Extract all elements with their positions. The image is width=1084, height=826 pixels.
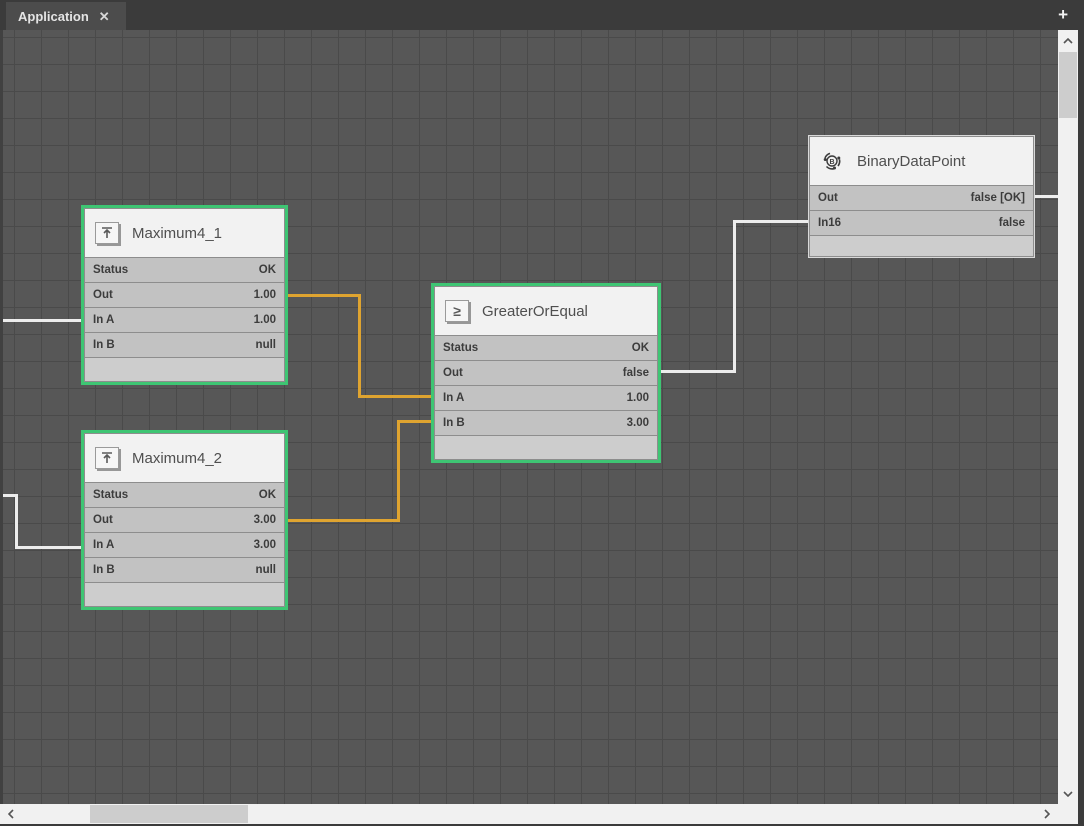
scrollbar-corner bbox=[1058, 804, 1078, 824]
row-value: OK bbox=[259, 264, 276, 276]
add-tab-icon[interactable]: + bbox=[1058, 4, 1068, 26]
row-label: Out bbox=[93, 289, 113, 301]
wire-sheet-canvas[interactable]: Maximum4_1 Status OK Out 1.00 In A 1.00 … bbox=[0, 30, 1058, 804]
row-value: null bbox=[256, 339, 276, 351]
node-row-in-b[interactable]: In B null bbox=[85, 557, 284, 582]
greater-or-equal-icon: ≥ bbox=[445, 300, 469, 322]
node-row-status[interactable]: Status OK bbox=[85, 257, 284, 282]
node-row-out[interactable]: Out 3.00 bbox=[85, 507, 284, 532]
node-row-in-a[interactable]: In A 3.00 bbox=[85, 532, 284, 557]
maximum-icon bbox=[95, 222, 119, 244]
node-header[interactable]: B BinaryDataPoint bbox=[810, 137, 1033, 185]
row-value: 1.00 bbox=[254, 314, 276, 326]
svg-text:B: B bbox=[829, 159, 834, 166]
row-label: In A bbox=[93, 314, 114, 326]
node-footer bbox=[85, 357, 284, 381]
node-row-in-a[interactable]: In A 1.00 bbox=[85, 307, 284, 332]
vertical-scrollbar-thumb[interactable] bbox=[1059, 52, 1077, 118]
node-row-status[interactable]: Status OK bbox=[85, 482, 284, 507]
row-label: Status bbox=[93, 489, 128, 501]
scroll-right-icon[interactable] bbox=[1036, 804, 1058, 824]
application-window: Application ✕ + bbox=[0, 0, 1084, 826]
scroll-up-icon[interactable] bbox=[1058, 30, 1078, 51]
node-footer bbox=[85, 582, 284, 606]
wire-segment[interactable] bbox=[358, 294, 361, 398]
wire-segment[interactable] bbox=[288, 519, 400, 522]
tab-application[interactable]: Application ✕ bbox=[6, 2, 126, 30]
row-value: 1.00 bbox=[627, 392, 649, 404]
tab-bar: Application ✕ + bbox=[0, 0, 1084, 30]
node-row-in-b[interactable]: In B 3.00 bbox=[435, 410, 657, 435]
node-row-in-a[interactable]: In A 1.00 bbox=[435, 385, 657, 410]
close-tab-icon[interactable]: ✕ bbox=[99, 10, 110, 23]
node-title: Maximum4_2 bbox=[132, 450, 222, 467]
node-maximum4-2[interactable]: Maximum4_2 Status OK Out 3.00 In A 3.00 … bbox=[81, 430, 288, 610]
row-value: false bbox=[623, 367, 649, 379]
node-greaterorequal[interactable]: ≥ GreaterOrEqual Status OK Out false In … bbox=[431, 283, 661, 463]
row-label: In B bbox=[93, 339, 115, 351]
node-footer bbox=[435, 435, 657, 459]
node-title: GreaterOrEqual bbox=[482, 303, 588, 320]
node-title: BinaryDataPoint bbox=[857, 153, 965, 170]
wire-segment[interactable] bbox=[397, 420, 431, 423]
horizontal-scrollbar-thumb[interactable] bbox=[90, 805, 248, 823]
node-row-in16[interactable]: In16 false bbox=[810, 210, 1033, 235]
node-row-status[interactable]: Status OK bbox=[435, 335, 657, 360]
row-value: 3.00 bbox=[254, 514, 276, 526]
maximum-icon bbox=[95, 447, 119, 469]
wire-segment[interactable] bbox=[397, 420, 400, 522]
wire-segment[interactable] bbox=[661, 370, 736, 373]
row-label: In A bbox=[443, 392, 464, 404]
row-value: false bbox=[999, 217, 1025, 229]
vertical-scrollbar[interactable] bbox=[1058, 30, 1078, 804]
row-value: 1.00 bbox=[254, 289, 276, 301]
wire-segment[interactable] bbox=[15, 546, 81, 549]
node-footer bbox=[810, 235, 1033, 256]
wire-segment[interactable] bbox=[288, 294, 361, 297]
horizontal-scrollbar[interactable] bbox=[0, 804, 1058, 824]
row-label: In B bbox=[443, 417, 465, 429]
node-title: Maximum4_1 bbox=[132, 225, 222, 242]
row-label: In16 bbox=[818, 217, 841, 229]
scroll-down-icon[interactable] bbox=[1058, 783, 1078, 804]
node-binarydatapoint[interactable]: B BinaryDataPoint Out false [OK] bbox=[808, 135, 1035, 258]
tab-label: Application bbox=[18, 9, 89, 24]
row-value: OK bbox=[632, 342, 649, 354]
node-header[interactable]: Maximum4_1 bbox=[85, 209, 284, 257]
node-maximum4-1[interactable]: Maximum4_1 Status OK Out 1.00 In A 1.00 … bbox=[81, 205, 288, 385]
row-value: null bbox=[256, 564, 276, 576]
row-label: Out bbox=[818, 192, 838, 204]
wire-segment[interactable] bbox=[1035, 195, 1058, 198]
row-label: In B bbox=[93, 564, 115, 576]
node-row-in-b[interactable]: In B null bbox=[85, 332, 284, 357]
wire-segment[interactable] bbox=[15, 494, 18, 549]
wire-segment[interactable] bbox=[3, 319, 81, 322]
row-value: 3.00 bbox=[627, 417, 649, 429]
wire-segment[interactable] bbox=[733, 220, 736, 373]
node-header[interactable]: ≥ GreaterOrEqual bbox=[435, 287, 657, 335]
node-row-out[interactable]: Out 1.00 bbox=[85, 282, 284, 307]
row-value: OK bbox=[259, 489, 276, 501]
wire-segment[interactable] bbox=[733, 220, 808, 223]
node-header[interactable]: Maximum4_2 bbox=[85, 434, 284, 482]
node-row-out[interactable]: Out false [OK] bbox=[810, 185, 1033, 210]
row-label: Status bbox=[93, 264, 128, 276]
row-label: Out bbox=[443, 367, 463, 379]
node-row-out[interactable]: Out false bbox=[435, 360, 657, 385]
binary-point-icon: B bbox=[820, 150, 844, 172]
row-label: Out bbox=[93, 514, 113, 526]
row-value: false [OK] bbox=[971, 192, 1025, 204]
scroll-left-icon[interactable] bbox=[0, 804, 22, 824]
row-value: 3.00 bbox=[254, 539, 276, 551]
wire-segment[interactable] bbox=[358, 395, 431, 398]
row-label: In A bbox=[93, 539, 114, 551]
row-label: Status bbox=[443, 342, 478, 354]
